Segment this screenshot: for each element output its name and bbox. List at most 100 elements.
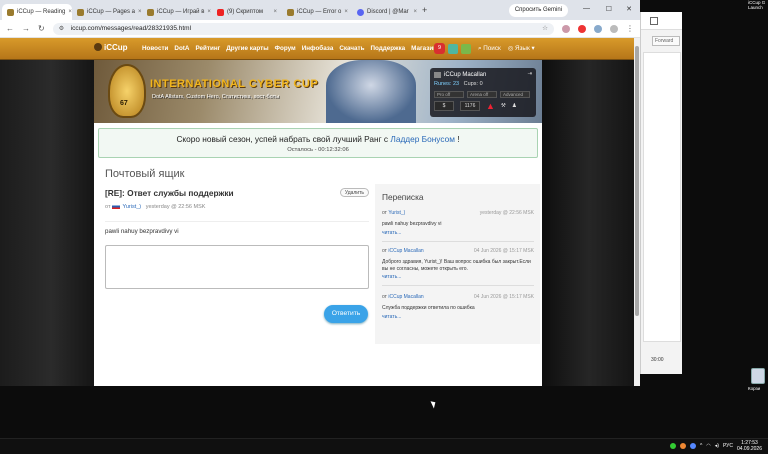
iccup-favicon [7, 8, 14, 16]
reply-textarea[interactable] [105, 245, 369, 289]
url-field[interactable]: ⚙ iccup.com/messages/read/28321935.html … [52, 22, 554, 35]
cyber-cup-banner[interactable]: 67 INTERNATIONAL CYBER CUP DotA Allstars… [94, 60, 542, 123]
site-logo[interactable]: iCCup [94, 43, 128, 52]
scrollbar-thumb[interactable] [635, 46, 639, 316]
message-body: pawli nahuy bezpravdivy vi [105, 221, 369, 235]
close-window-button[interactable]: ✕ [626, 5, 632, 13]
ladder-bonus-link[interactable]: Ладдер Бонусом [390, 134, 455, 144]
menu-rating[interactable]: Рейтинг [195, 45, 220, 52]
profile-avatar[interactable] [610, 24, 618, 33]
desktop-notification[interactable]: iCCup G Launch [748, 0, 768, 20]
tools-icon[interactable]: ⚒ [501, 103, 506, 109]
item-author[interactable]: iCCup Macallan [388, 248, 423, 254]
friends-icon[interactable] [461, 43, 471, 54]
nvidia-icon[interactable] [670, 443, 677, 449]
search-link[interactable]: ⌕ Поиск [478, 45, 501, 53]
extension-icon[interactable] [594, 24, 602, 33]
gemini-button[interactable]: Спросить Gemini [508, 4, 568, 17]
discord-favicon [357, 8, 364, 16]
close-icon[interactable]: × [344, 4, 348, 20]
discord-tray-icon[interactable] [690, 443, 697, 449]
banner-title: INTERNATIONAL CYBER CUP [150, 78, 319, 90]
flag-icon [112, 204, 121, 209]
close-icon[interactable]: × [207, 4, 211, 20]
side-pane [643, 52, 681, 342]
iccup-favicon [287, 8, 294, 16]
reload-icon[interactable]: ↻ [38, 24, 45, 33]
runes-count: Runes: 23 [434, 81, 460, 87]
arena-toggle[interactable]: Arena off [467, 91, 497, 98]
pro-toggle[interactable]: Pro off [434, 91, 464, 98]
menu-download[interactable]: Скачать [339, 45, 364, 52]
wifi-icon[interactable]: ◠ [706, 443, 710, 449]
volume-icon[interactable]: ◂) [715, 443, 719, 449]
menu-dota[interactable]: DotA [174, 45, 189, 52]
message-author[interactable]: Yurist_) [122, 204, 141, 210]
language-menu[interactable]: ◎ Язык ▾ [508, 45, 535, 52]
back-icon[interactable]: ← [6, 24, 14, 33]
site-info-icon[interactable]: ⚙ [59, 23, 64, 35]
reply-button[interactable]: Ответить [324, 305, 368, 323]
extension-icon[interactable] [578, 24, 586, 33]
close-icon[interactable]: × [273, 4, 277, 20]
iccup-favicon [77, 8, 84, 16]
address-bar-row: ← → ↻ ⚙ iccup.com/messages/read/28321935… [0, 20, 640, 38]
cups-count: Cups: 0 [463, 81, 483, 87]
new-tab-button[interactable]: + [422, 0, 436, 20]
read-link[interactable]: читать... [382, 274, 534, 280]
menu-other-maps[interactable]: Другие карты [226, 45, 268, 52]
hero-artwork [326, 60, 416, 123]
tab-play[interactable]: iCCup — Играй в × [142, 4, 212, 20]
chevron-up-icon[interactable]: ^ [700, 443, 702, 449]
system-tray: ^ ◠ ◂) РУС 1:27:53 04.09.2026 [670, 440, 762, 452]
bookmark-star-icon[interactable]: ☆ [542, 23, 548, 35]
tab-youtube[interactable]: (9) Скриптом × [212, 4, 282, 20]
user-name[interactable]: iCCup Macallan [444, 72, 486, 78]
forward-button[interactable]: Forward [652, 36, 680, 46]
correspondence-title: Переписка [382, 192, 424, 202]
close-icon[interactable]: × [413, 4, 417, 20]
logout-icon[interactable]: ⇥ [527, 71, 532, 77]
recycle-bin[interactable]: Корзи [748, 368, 768, 408]
item-author[interactable]: Yurist_) [388, 210, 405, 216]
message-view: [RE]: Ответ службы поддержки Удалить от Y… [105, 188, 369, 235]
trophy-icon: 67 [108, 64, 146, 118]
warning-icon[interactable]: ▲ [486, 101, 495, 111]
site-menu: Новости DotA Рейтинг Другие карты Форум … [142, 45, 437, 52]
user-avatar[interactable] [434, 72, 441, 78]
read-link[interactable]: читать... [382, 314, 534, 320]
taskbar: ^ ◠ ◂) РУС 1:27:53 04.09.2026 [0, 438, 768, 454]
message-time: yesterday @ 22:56 MSK [145, 204, 206, 210]
item-author[interactable]: iCCup Macallan [388, 294, 423, 300]
mouse-cursor [430, 399, 438, 409]
tab-error[interactable]: iCCup — Error o × [282, 4, 352, 20]
messages-icon[interactable] [448, 43, 458, 54]
tab-pages[interactable]: iCCup — Pages a × [72, 4, 142, 20]
extension-icon[interactable] [562, 24, 570, 33]
page-scrollbar[interactable] [634, 38, 640, 386]
menu-infobase[interactable]: Инфобаза [302, 45, 334, 52]
menu-news[interactable]: Новости [142, 45, 168, 52]
maximize-button[interactable]: ☐ [606, 5, 612, 13]
minimize-button[interactable]: — [583, 5, 590, 12]
advanced-toggle[interactable]: Advanced [500, 91, 530, 98]
menu-support[interactable]: Поддержка [371, 45, 406, 52]
tab-discord[interactable]: Discord | @Mar × [352, 4, 422, 20]
side-time: 30:00 [651, 357, 664, 363]
maximize-icon[interactable] [650, 17, 658, 25]
read-link[interactable]: читать... [382, 230, 534, 236]
content-page: 67 INTERNATIONAL CYBER CUP DotA Allstars… [94, 60, 542, 386]
forward-icon[interactable]: → [22, 24, 30, 33]
delete-button[interactable]: Удалить [339, 188, 369, 197]
menu-forum[interactable]: Форум [275, 45, 296, 52]
app-tray-icon[interactable] [680, 443, 687, 449]
admin-icon[interactable]: ♟ [512, 103, 517, 109]
correspondence-panel: Переписка от Yurist_) yesterday @ 22:56 … [375, 184, 540, 344]
menu-icon[interactable]: ⋮ [626, 24, 634, 33]
language-indicator[interactable]: РУС [723, 443, 733, 449]
clock[interactable]: 1:27:53 04.09.2026 [737, 440, 762, 452]
notification-badge[interactable]: 9 [434, 43, 445, 54]
season-timer: Осталось - 00:12:32:06 [287, 147, 349, 153]
tab-reading[interactable]: iCCup — Reading × [2, 4, 72, 20]
balance-button[interactable]: $ [434, 101, 454, 111]
